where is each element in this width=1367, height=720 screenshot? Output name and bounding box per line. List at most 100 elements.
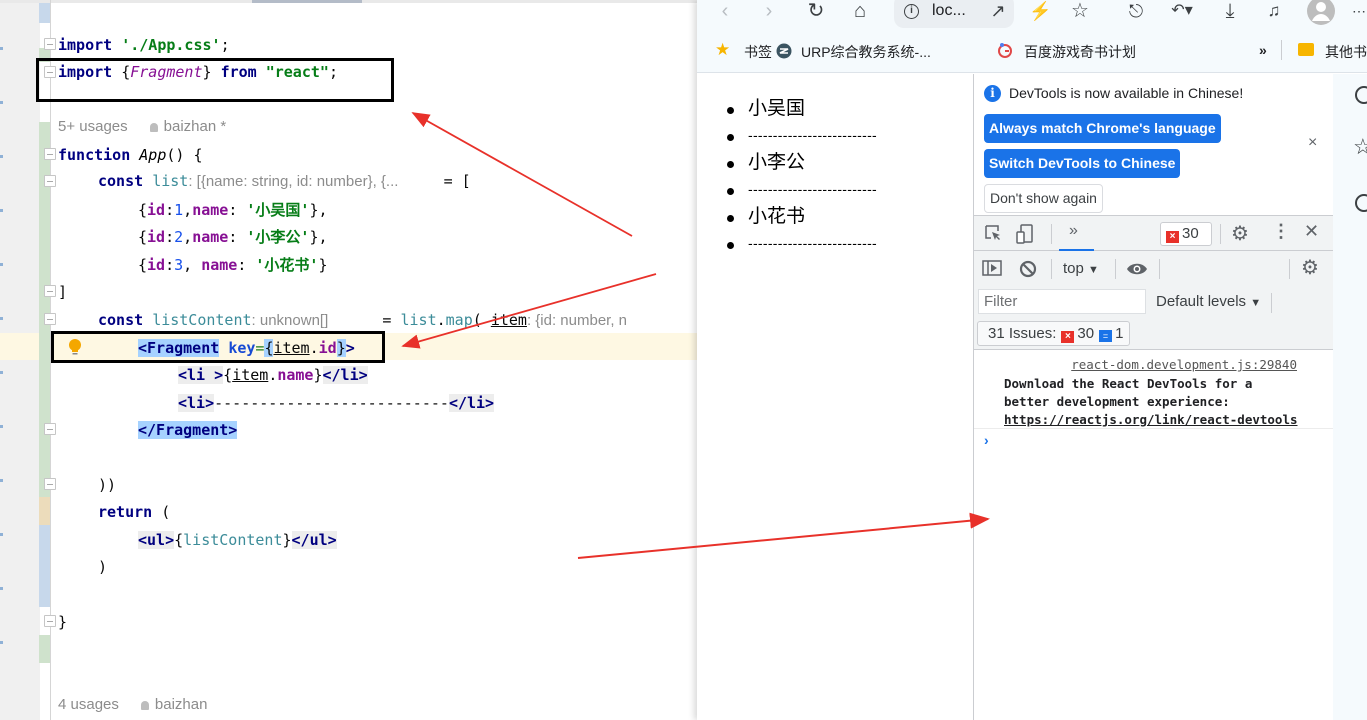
toggle-sidebar-icon[interactable] bbox=[982, 260, 1002, 276]
profile-avatar-icon[interactable] bbox=[1306, 0, 1336, 26]
fold-marker[interactable] bbox=[44, 38, 56, 50]
usages-hint-app[interactable]: 5+ usages baizhan * bbox=[58, 118, 226, 135]
devtools-tabbar: » × 30 ⚙ ⋮ ✕ bbox=[974, 215, 1333, 251]
type-hint: : [{name: string, id: number}, {... bbox=[188, 173, 399, 190]
bookmark-item[interactable]: URP综合教务系统-... bbox=[801, 42, 931, 62]
devtools-panel: i DevTools is now available in Chinese! … bbox=[973, 74, 1333, 720]
fold-marker[interactable] bbox=[44, 148, 56, 160]
close-infobar-icon[interactable]: × bbox=[1308, 134, 1317, 152]
code-line-ul[interactable]: <ul>{listContent}</ul> bbox=[138, 528, 337, 552]
issues-button[interactable]: 31 Issues: × 30 = 1 bbox=[977, 321, 1131, 346]
rendered-list: 小吴国 -------------------------- 小李公 -----… bbox=[726, 95, 877, 257]
code-line-const-list[interactable]: const list: [{name: string, id: number},… bbox=[98, 169, 471, 193]
language-infobar: i DevTools is now available in Chinese! … bbox=[974, 74, 1333, 215]
home-icon[interactable]: ⌂ bbox=[849, 0, 871, 24]
issues-label: 31 Issues: bbox=[988, 325, 1057, 342]
history-dropdown-icon[interactable]: ↶▾ bbox=[1167, 0, 1197, 24]
close-devtools-icon[interactable]: ✕ bbox=[1304, 221, 1319, 242]
fold-marker[interactable] bbox=[44, 175, 56, 187]
fold-marker[interactable] bbox=[44, 423, 56, 435]
inspect-element-icon[interactable] bbox=[984, 224, 1002, 242]
open-external-icon[interactable]: ↗ bbox=[987, 0, 1009, 24]
keyword: const bbox=[98, 311, 144, 329]
issues-info-count: 1 bbox=[1115, 325, 1124, 342]
url-text[interactable]: loc... bbox=[932, 2, 966, 20]
filter-bar: Filter Default levels ▼ bbox=[974, 287, 1333, 318]
download-icon[interactable]: ⤓ bbox=[1219, 0, 1241, 24]
separator bbox=[1051, 224, 1052, 244]
console-prompt[interactable]: › bbox=[984, 432, 989, 448]
bookmark-star-icon[interactable]: ☆ bbox=[1069, 0, 1091, 24]
log-levels-dropdown[interactable]: Default levels ▼ bbox=[1156, 293, 1261, 310]
media-icon[interactable]: ♫ bbox=[1263, 0, 1285, 24]
list-item: 小花书 bbox=[726, 203, 877, 230]
line-number-gutter bbox=[0, 3, 40, 720]
device-toolbar-icon[interactable] bbox=[1016, 224, 1034, 244]
urp-logo-icon bbox=[776, 43, 792, 59]
bookmarks-bar: ★ 书签 URP综合教务系统-... 百度游戏奇书计划 » 其他书 bbox=[697, 30, 1367, 73]
favorites-star-icon[interactable]: ☆ bbox=[1353, 134, 1367, 160]
code-line-li-dashes[interactable]: <li>--------------------------</li> bbox=[178, 391, 495, 415]
rendered-page: 小吴国 -------------------------- 小李公 -----… bbox=[697, 74, 973, 720]
code-line-const-listcontent[interactable]: const listContent: unknown[] = list.map(… bbox=[98, 308, 627, 332]
active-tab-indicator[interactable] bbox=[252, 0, 362, 3]
code-line-list-item[interactable]: {id:1,name: '小吴国'}, bbox=[138, 198, 328, 222]
fold-marker[interactable] bbox=[44, 478, 56, 490]
react-devtools-link[interactable]: https://reactjs.org/link/react-devtools bbox=[1004, 412, 1298, 427]
code-line-function-close[interactable]: } bbox=[58, 610, 67, 634]
menu-dots-icon[interactable]: ⋯ bbox=[1352, 0, 1366, 24]
bookmark-item[interactable]: 百度游戏奇书计划 bbox=[1024, 42, 1136, 62]
clear-console-icon[interactable] bbox=[1019, 260, 1037, 278]
kebab-menu-icon[interactable]: ⋮ bbox=[1272, 221, 1290, 242]
reload-icon[interactable]: ↻ bbox=[805, 0, 827, 24]
usages-count[interactable]: 5+ usages bbox=[58, 118, 128, 135]
back-icon[interactable]: ‹ bbox=[715, 0, 735, 24]
code-line-import-css[interactable]: import './App.css'; bbox=[58, 33, 230, 57]
code-line-map-close[interactable]: )) bbox=[98, 473, 116, 497]
lightning-icon[interactable]: ⚡ bbox=[1029, 0, 1051, 24]
filter-input[interactable]: Filter bbox=[978, 289, 1146, 314]
code-line-return-close[interactable]: ) bbox=[98, 555, 107, 579]
error-count-badge[interactable]: × 30 bbox=[1160, 222, 1212, 246]
fold-marker[interactable] bbox=[44, 615, 56, 627]
more-tabs-button[interactable]: » bbox=[1069, 222, 1078, 240]
info-message-icon: = bbox=[1099, 330, 1113, 342]
context-selector[interactable]: top ▼ bbox=[1063, 260, 1099, 277]
author-label: baizhan * bbox=[150, 118, 227, 135]
bookmark-item[interactable]: 书签 bbox=[744, 42, 772, 62]
code-line-list-item[interactable]: {id:3, name: '小花书'} bbox=[138, 253, 328, 277]
live-expression-eye-icon[interactable] bbox=[1126, 262, 1148, 276]
fold-marker[interactable] bbox=[44, 313, 56, 325]
history-clock-icon[interactable] bbox=[1355, 194, 1367, 212]
site-info-icon[interactable]: i bbox=[904, 4, 919, 19]
browser-side-rail: ☆ bbox=[1333, 74, 1367, 720]
console-message: react-dom.development.js:29840 Download … bbox=[974, 351, 1333, 429]
fold-marker[interactable] bbox=[44, 285, 56, 297]
extensions-icon[interactable]: ⎋ bbox=[1125, 0, 1147, 24]
usages-hint-export[interactable]: 4 usages baizhan bbox=[58, 696, 207, 713]
code-line-fragment-close[interactable]: </Fragment> bbox=[138, 418, 238, 442]
console-settings-gear-icon[interactable]: ⚙ bbox=[1301, 255, 1319, 280]
code-line-return[interactable]: return ( bbox=[98, 500, 170, 524]
separator bbox=[1281, 40, 1282, 60]
search-icon[interactable] bbox=[1355, 86, 1367, 104]
code-line-function[interactable]: function App() { bbox=[58, 143, 203, 167]
dont-show-again-button[interactable]: Don't show again bbox=[984, 184, 1103, 213]
code-editor[interactable]: import './App.css'; import {Fragment} fr… bbox=[0, 0, 700, 720]
vcs-change-bar bbox=[39, 0, 50, 720]
type-hint: : unknown[] bbox=[251, 312, 329, 329]
bookmark-folder-other[interactable]: 其他书 bbox=[1325, 42, 1367, 62]
keyword: import bbox=[58, 36, 113, 54]
code-line-list-item[interactable]: {id:2,name: '小李公'}, bbox=[138, 225, 328, 249]
settings-gear-icon[interactable]: ⚙ bbox=[1231, 221, 1249, 246]
more-bookmarks-button[interactable]: » bbox=[1259, 42, 1267, 58]
code-line-li-name[interactable]: <li >{item.name}</li> bbox=[178, 363, 368, 387]
usages-count[interactable]: 4 usages bbox=[58, 696, 119, 713]
infobar-message: DevTools is now available in Chinese! bbox=[1009, 85, 1244, 101]
code-line-array-close[interactable]: ] bbox=[58, 280, 67, 304]
source-link[interactable]: react-dom.development.js:29840 bbox=[1071, 357, 1297, 372]
forward-icon[interactable]: › bbox=[759, 0, 779, 24]
switch-to-chinese-button[interactable]: Switch DevTools to Chinese bbox=[984, 149, 1181, 178]
match-language-button[interactable]: Always match Chrome's language bbox=[984, 114, 1221, 143]
console-toolbar: top ▼ ⚙ bbox=[974, 251, 1333, 287]
